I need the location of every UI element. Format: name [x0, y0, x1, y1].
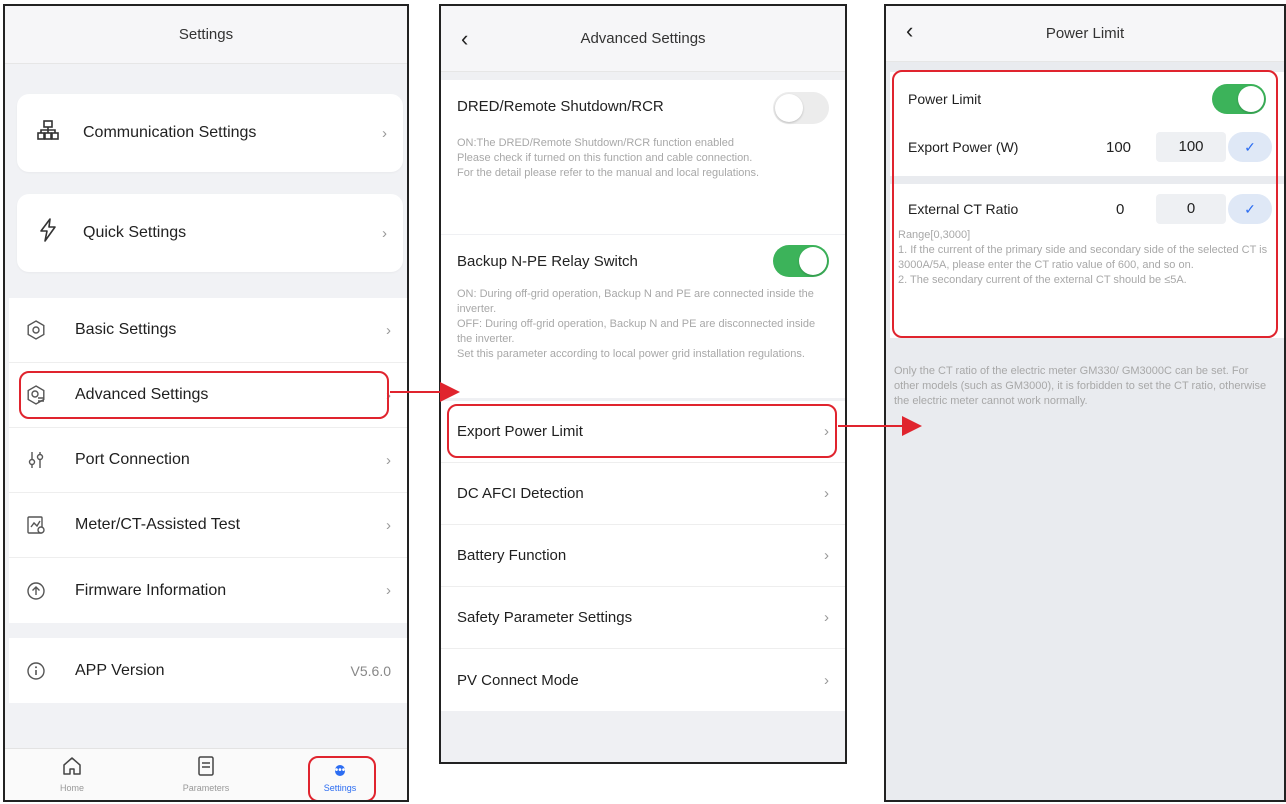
flow-arrows	[390, 382, 922, 436]
